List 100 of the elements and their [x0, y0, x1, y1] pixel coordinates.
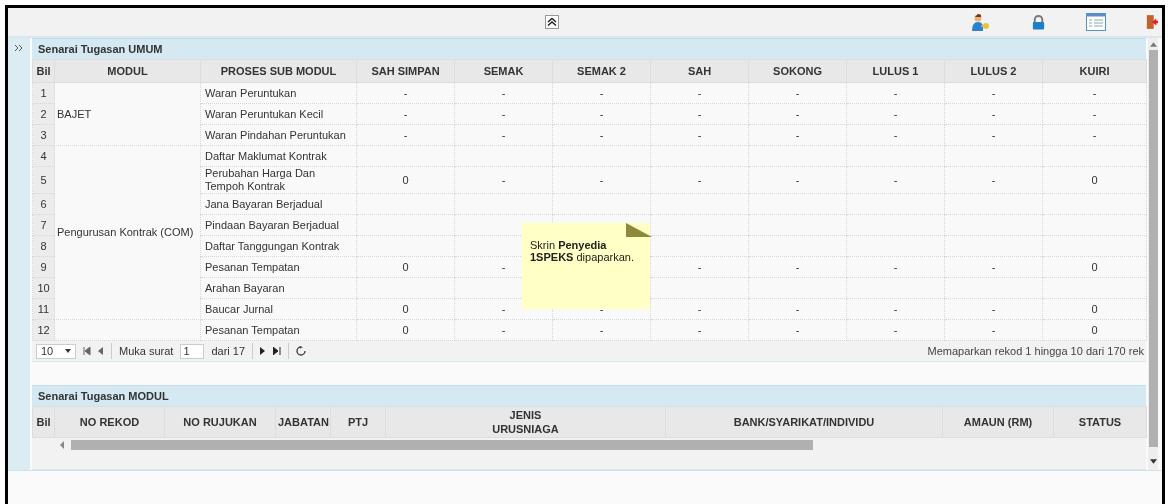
- table-cell: -: [1042, 103, 1147, 125]
- row-number: 10: [32, 277, 55, 299]
- table-cell: -: [748, 124, 847, 146]
- column-header[interactable]: AMAUN (RM): [942, 406, 1054, 438]
- table-cell: Perubahan Harga Dan Tempoh Kontrak: [200, 166, 357, 194]
- scroll-up-icon[interactable]: [1149, 42, 1157, 47]
- table-cell: -: [944, 256, 1043, 278]
- column-header[interactable]: SEMAK 2: [552, 59, 651, 83]
- table-cell: -: [846, 103, 945, 125]
- column-header[interactable]: SAH SIMPAN: [356, 59, 455, 83]
- table-cell: -: [454, 124, 553, 146]
- table-cell: -: [650, 103, 749, 125]
- table-cell: 0: [1042, 319, 1147, 341]
- column-header[interactable]: NO RUJUKAN: [164, 406, 276, 438]
- page-label: Muka surat: [119, 345, 174, 357]
- row-number: 9: [32, 256, 55, 278]
- row-number: 2: [32, 103, 55, 125]
- column-header[interactable]: STATUS: [1053, 406, 1147, 438]
- table-cell: -: [356, 82, 455, 104]
- table-cell: -: [846, 319, 945, 341]
- table-cell: -: [650, 124, 749, 146]
- row-number: 12: [32, 319, 55, 341]
- table-cell: 0: [1042, 298, 1147, 320]
- table-cell: 0: [356, 298, 455, 320]
- row-number: 5: [32, 166, 55, 194]
- column-header[interactable]: JABATAN: [275, 406, 331, 438]
- column-header[interactable]: LULUS 1: [846, 59, 945, 83]
- next-page-icon[interactable]: [260, 347, 267, 355]
- table-cell: Pesanan Tempatan: [200, 319, 357, 341]
- table-cell: 0: [356, 166, 455, 194]
- scroll-left-icon[interactable]: [60, 441, 65, 449]
- scroll-down-icon[interactable]: [1149, 459, 1157, 464]
- table-cell: -: [944, 103, 1043, 125]
- table-cell: -: [454, 319, 553, 341]
- column-header[interactable]: PTJ: [330, 406, 386, 438]
- first-page-icon[interactable]: [83, 347, 91, 355]
- row-number: 7: [32, 214, 55, 236]
- user-key-icon[interactable]: [971, 13, 991, 31]
- table-cell: -: [650, 319, 749, 341]
- table-cell: -: [748, 256, 847, 278]
- expand-icon[interactable]: [14, 44, 24, 52]
- row-number: 6: [32, 193, 55, 215]
- table-cell: -: [356, 103, 455, 125]
- table-cell: 0: [1042, 166, 1147, 194]
- table-cell: Pindaan Bayaran Berjadual: [200, 214, 357, 236]
- table-cell: Waran Pindahan Peruntukan: [200, 124, 357, 146]
- table-cell: -: [846, 82, 945, 104]
- table-cell: -: [944, 124, 1043, 146]
- table-cell: -: [552, 103, 651, 125]
- page-size-select[interactable]: 10: [36, 343, 76, 359]
- column-header[interactable]: NO REKOD: [54, 406, 165, 438]
- table-cell: -: [552, 319, 651, 341]
- table-cell: -: [846, 124, 945, 146]
- column-header[interactable]: KUIRI: [1042, 59, 1147, 83]
- table-cell: -: [1042, 82, 1147, 104]
- table-cell: Waran Peruntukan: [200, 82, 357, 104]
- refresh-icon[interactable]: [296, 346, 307, 356]
- column-header[interactable]: Bil: [32, 406, 55, 438]
- previous-page-icon[interactable]: [98, 347, 104, 355]
- row-number: 1: [32, 82, 55, 104]
- table-cell: -: [944, 166, 1043, 194]
- table-cell: -: [748, 82, 847, 104]
- table-cell: -: [454, 103, 553, 125]
- row-number: 4: [32, 145, 55, 167]
- table-cell: -: [846, 256, 945, 278]
- collapse-icon[interactable]: [545, 15, 559, 29]
- table-cell: -: [748, 103, 847, 125]
- table-cell: -: [1042, 124, 1147, 146]
- table-cell: -: [650, 82, 749, 104]
- table-cell: Pesanan Tempatan: [200, 256, 357, 278]
- table-cell: -: [454, 166, 553, 194]
- table-cell: -: [748, 298, 847, 320]
- table-cell: Arahan Bayaran: [200, 277, 357, 299]
- column-header[interactable]: SEMAK: [454, 59, 553, 83]
- table-cell: -: [748, 166, 847, 194]
- column-header[interactable]: MODUL: [54, 59, 201, 83]
- table-cell: Jana Bayaran Berjadual: [200, 193, 357, 215]
- table-cell: Waran Peruntukan Kecil: [200, 103, 357, 125]
- table-cell: 0: [1042, 256, 1147, 278]
- column-header[interactable]: SAH: [650, 59, 749, 83]
- list-icon[interactable]: [1086, 13, 1106, 31]
- exit-door-icon[interactable]: [1146, 13, 1158, 31]
- last-page-icon[interactable]: [273, 347, 282, 355]
- lock-icon[interactable]: [1031, 14, 1046, 30]
- table-cell: -: [356, 124, 455, 146]
- row-number: 11: [32, 298, 55, 320]
- table-cell: -: [552, 166, 651, 194]
- column-header[interactable]: PROSES SUB MODUL: [200, 59, 357, 83]
- table-cell: -: [552, 82, 651, 104]
- column-header[interactable]: LULUS 2: [944, 59, 1043, 83]
- row-number: 3: [32, 124, 55, 146]
- column-header[interactable]: Bil: [32, 59, 55, 83]
- column-header[interactable]: JENIS URUSNIAGA: [385, 406, 666, 438]
- column-header[interactable]: SOKONG: [748, 59, 847, 83]
- page-field[interactable]: 1: [180, 343, 205, 359]
- table-cell: 0: [356, 256, 455, 278]
- table-cell: -: [552, 124, 651, 146]
- column-header[interactable]: BANK/SYARIKAT/INDIVIDU: [665, 406, 943, 438]
- table-cell: -: [650, 166, 749, 194]
- folded-corner-icon: [626, 223, 652, 237]
